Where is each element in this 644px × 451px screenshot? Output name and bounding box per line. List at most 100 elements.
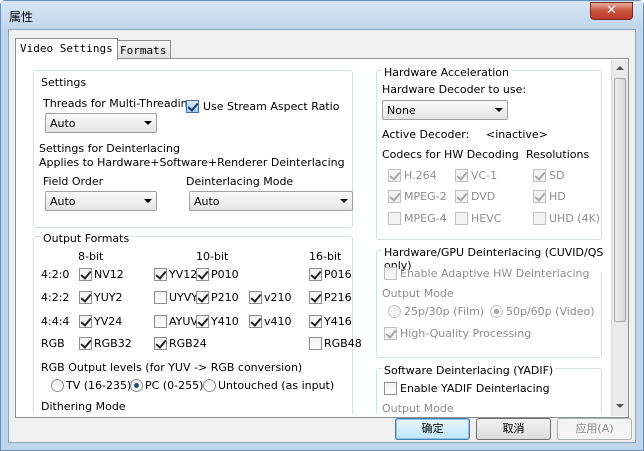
rgb48-checkbox[interactable]: [309, 337, 322, 350]
row-422-label: 4:2:2: [41, 291, 70, 304]
v410-checkbox[interactable]: [249, 315, 262, 328]
p216-checkbox[interactable]: [309, 291, 322, 304]
resolutions-label: Resolutions: [526, 148, 590, 161]
v210-label: v210: [264, 291, 292, 304]
row-444-label: 4:4:4: [41, 315, 70, 328]
properties-window: 属性 ✕ Video Settings Formats Settings Thr…: [0, 0, 644, 451]
v210-checkbox[interactable]: [249, 291, 262, 304]
rgb24-checkbox[interactable]: [154, 337, 167, 350]
mpeg4-checkbox[interactable]: [388, 212, 401, 225]
y410-label: Y410: [211, 315, 239, 328]
yadif-enable-checkbox[interactable]: [384, 382, 397, 395]
deint-mode-select[interactable]: Auto: [189, 191, 353, 211]
hw-decoder-label: Hardware Decoder to use:: [382, 83, 527, 96]
rgb32-checkbox[interactable]: [79, 337, 92, 350]
sd-checkbox[interactable]: [533, 169, 546, 182]
row-420-label: 4:2:0: [41, 268, 70, 281]
radio-untouched[interactable]: [203, 379, 216, 392]
apply-button[interactable]: 应用(A): [557, 418, 632, 440]
tab-video-settings[interactable]: Video Settings: [15, 38, 118, 60]
nv12-label: NV12: [94, 268, 124, 281]
scroll-down-icon[interactable]: [616, 404, 624, 408]
y416-checkbox[interactable]: [309, 315, 322, 328]
yv24-checkbox[interactable]: [79, 315, 92, 328]
hd-checkbox[interactable]: [533, 190, 546, 203]
title-bar[interactable]: 属性 ✕: [1, 1, 643, 29]
radio-tv-range[interactable]: [51, 379, 64, 392]
hevc-checkbox[interactable]: [455, 212, 468, 225]
y410-checkbox[interactable]: [196, 315, 209, 328]
uhd-checkbox[interactable]: [533, 212, 546, 225]
tab-formats[interactable]: Formats: [115, 40, 172, 58]
close-icon: ✕: [606, 3, 617, 18]
mpeg2-checkbox[interactable]: [388, 190, 401, 203]
deint-mode-label: Deinterlacing Mode: [186, 175, 294, 188]
p016-label: P016: [324, 268, 352, 281]
vertical-scrollbar[interactable]: [611, 60, 628, 416]
rgb32-label: RGB32: [94, 337, 132, 350]
hw-decoder-value: None: [387, 104, 416, 117]
right-settings-panel: Hardware Acceleration Hardware Decoder t…: [366, 62, 609, 414]
p010-label: P010: [211, 268, 239, 281]
vc1-checkbox[interactable]: [455, 169, 468, 182]
v410-label: v410: [264, 315, 292, 328]
ayuv-label: AYUV: [169, 315, 198, 328]
dithering-label: Dithering Mode: [41, 400, 126, 413]
h264-checkbox[interactable]: [388, 169, 401, 182]
yv12-checkbox[interactable]: [154, 268, 167, 281]
scrollbar-thumb[interactable]: [614, 78, 626, 322]
output-formats-heading: Output Formats: [41, 232, 132, 245]
cancel-button[interactable]: 取消: [476, 418, 551, 440]
sw-output-mode-label: Output Mode: [382, 402, 454, 414]
hw-deint-enable-label: Enable Adaptive HW Deinterlacing: [400, 267, 590, 280]
yv24-label: YV24: [94, 315, 123, 328]
hq-processing-checkbox[interactable]: [384, 327, 397, 340]
hw-deint-enable-checkbox[interactable]: [384, 267, 397, 280]
mpeg4-label: MPEG-4: [404, 212, 447, 225]
chevron-down-icon: [495, 108, 503, 112]
radio-film-mode-label: 25p/30p (Film): [404, 305, 485, 318]
y416-label: Y416: [324, 315, 352, 328]
codecs-label: Codecs for HW Decoding: [382, 148, 519, 161]
active-decoder-label: Active Decoder:: [382, 128, 470, 141]
p016-checkbox[interactable]: [309, 268, 322, 281]
close-button[interactable]: ✕: [590, 2, 633, 20]
deint-subtitle: Applies to Hardware+Software+Renderer De…: [39, 156, 345, 169]
hevc-label: HEVC: [471, 212, 502, 225]
hw-output-mode-label: Output Mode: [382, 287, 454, 300]
radio-tv-range-label: TV (16-235): [66, 379, 132, 392]
radio-film-mode[interactable]: [388, 305, 401, 318]
window-title: 属性: [9, 10, 34, 24]
uyvy-checkbox[interactable]: [154, 291, 167, 304]
p210-checkbox[interactable]: [196, 291, 209, 304]
threads-select[interactable]: Auto: [45, 113, 157, 133]
threads-select-value: Auto: [50, 117, 76, 130]
hd-label: HD: [549, 190, 566, 203]
ayuv-checkbox[interactable]: [154, 315, 167, 328]
yuy2-label: YUY2: [94, 291, 123, 304]
radio-untouched-label: Untouched (as input): [218, 379, 335, 392]
p210-label: P210: [211, 291, 239, 304]
nv12-checkbox[interactable]: [79, 268, 92, 281]
chevron-down-icon: [144, 199, 152, 203]
left-settings-panel: Settings Threads for Multi-Threading Aut…: [19, 62, 361, 414]
radio-pc-range-label: PC (0-255): [145, 379, 204, 392]
scroll-up-icon[interactable]: [616, 66, 624, 70]
yuy2-checkbox[interactable]: [79, 291, 92, 304]
radio-pc-range[interactable]: [130, 379, 143, 392]
p216-label: P216: [324, 291, 352, 304]
field-order-value: Auto: [50, 195, 76, 208]
hw-decoder-select[interactable]: None: [382, 100, 508, 120]
mpeg2-label: MPEG-2: [404, 190, 447, 203]
deint-title: Settings for Deinterlacing: [39, 142, 180, 155]
yadif-enable-label: Enable YADIF Deinterlacing: [400, 382, 550, 395]
hw-accel-heading: Hardware Acceleration: [382, 66, 511, 79]
p010-checkbox[interactable]: [196, 268, 209, 281]
ok-button[interactable]: 确定: [395, 418, 470, 440]
field-order-select[interactable]: Auto: [45, 191, 157, 211]
stream-aspect-checkbox[interactable]: [186, 100, 199, 113]
radio-video-mode[interactable]: [490, 305, 503, 318]
col-16bit-label: 16-bit: [309, 250, 342, 263]
dvd-checkbox[interactable]: [455, 190, 468, 203]
uyvy-label: UYVY: [169, 291, 199, 304]
